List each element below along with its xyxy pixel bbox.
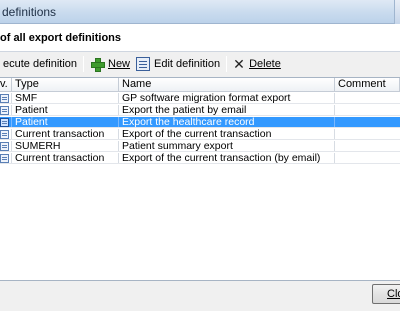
title-bar[interactable]: definitions: [0, 0, 400, 24]
name-cell: Export the patient by email: [119, 105, 335, 115]
new-label: New: [108, 58, 131, 70]
close-button[interactable]: Clos: [372, 284, 400, 304]
new-button[interactable]: New: [87, 54, 133, 74]
name-cell: Export of the current transaction (by em…: [119, 153, 335, 163]
table-row[interactable]: SMF GP software migration format export: [0, 93, 400, 104]
document-icon: [0, 94, 9, 103]
document-icon: [0, 154, 9, 163]
name-cell: Export of the current transaction: [119, 129, 335, 139]
name-cell: Export the healthcare record: [119, 117, 335, 127]
type-cell: Current transaction: [12, 153, 119, 163]
name-cell: GP software migration format export: [119, 93, 335, 103]
edit-definition-label: Edit definition: [154, 58, 221, 70]
table-row[interactable]: SUMERH Patient summary export: [0, 141, 400, 152]
document-icon: [0, 142, 9, 151]
execute-definition-button[interactable]: ecute definition: [0, 54, 80, 74]
type-cell: SMF: [12, 93, 119, 103]
execute-definition-label: ecute definition: [3, 58, 77, 70]
window-title: definitions: [2, 5, 57, 19]
column-header-name[interactable]: Name: [119, 78, 335, 91]
row-icon-cell: [0, 153, 12, 163]
table-row[interactable]: Current transaction Export of the curren…: [0, 153, 400, 164]
delete-button[interactable]: ✕ Delete: [230, 54, 284, 74]
column-header-type[interactable]: Type: [12, 78, 119, 91]
toolbar: ecute definition New Edit definition ✕ D…: [0, 53, 400, 75]
document-icon: [0, 130, 9, 139]
row-icon-cell: [0, 117, 12, 127]
header-panel: of all export definitions: [0, 24, 400, 52]
page-title: of all export definitions: [0, 32, 122, 44]
document-icon: [0, 106, 9, 115]
comment-cell: [335, 153, 400, 163]
export-definitions-table[interactable]: v. Type Name Comment SMF GP software mig…: [0, 77, 400, 281]
row-icon-cell: [0, 129, 12, 139]
plus-icon: [90, 57, 105, 72]
row-icon-cell: [0, 93, 12, 103]
column-header-comment[interactable]: Comment: [335, 78, 400, 91]
edit-document-icon: [136, 57, 151, 71]
table-header: v. Type Name Comment: [0, 78, 400, 92]
comment-cell: [335, 105, 400, 115]
footer: Clos: [0, 282, 400, 311]
table-row[interactable]: Patient Export the patient by email: [0, 105, 400, 116]
type-cell: Patient: [12, 117, 119, 127]
row-icon-cell: [0, 141, 12, 151]
name-cell: Patient summary export: [119, 141, 335, 151]
edit-definition-button[interactable]: Edit definition: [133, 54, 223, 74]
close-label: Clos: [387, 288, 400, 300]
comment-cell: [335, 141, 400, 151]
window-controls-edge[interactable]: [394, 0, 400, 24]
row-icon-cell: [0, 105, 12, 115]
export-definitions-window: of all export definitions ecute definiti…: [0, 24, 400, 311]
comment-cell: [335, 129, 400, 139]
toolbar-separator: [226, 56, 228, 72]
comment-cell: [335, 93, 400, 103]
toolbar-separator: [83, 56, 84, 72]
table-row[interactable]: Current transaction Export of the curren…: [0, 129, 400, 140]
type-cell: SUMERH: [12, 141, 119, 151]
column-header-icon[interactable]: v.: [0, 78, 12, 91]
comment-cell: [335, 117, 400, 127]
type-cell: Patient: [12, 105, 119, 115]
document-icon: [0, 118, 9, 127]
delete-x-icon: ✕: [233, 56, 245, 72]
table-row-selected[interactable]: Patient Export the healthcare record: [0, 117, 400, 128]
delete-label: Delete: [249, 58, 281, 70]
type-cell: Current transaction: [12, 129, 119, 139]
